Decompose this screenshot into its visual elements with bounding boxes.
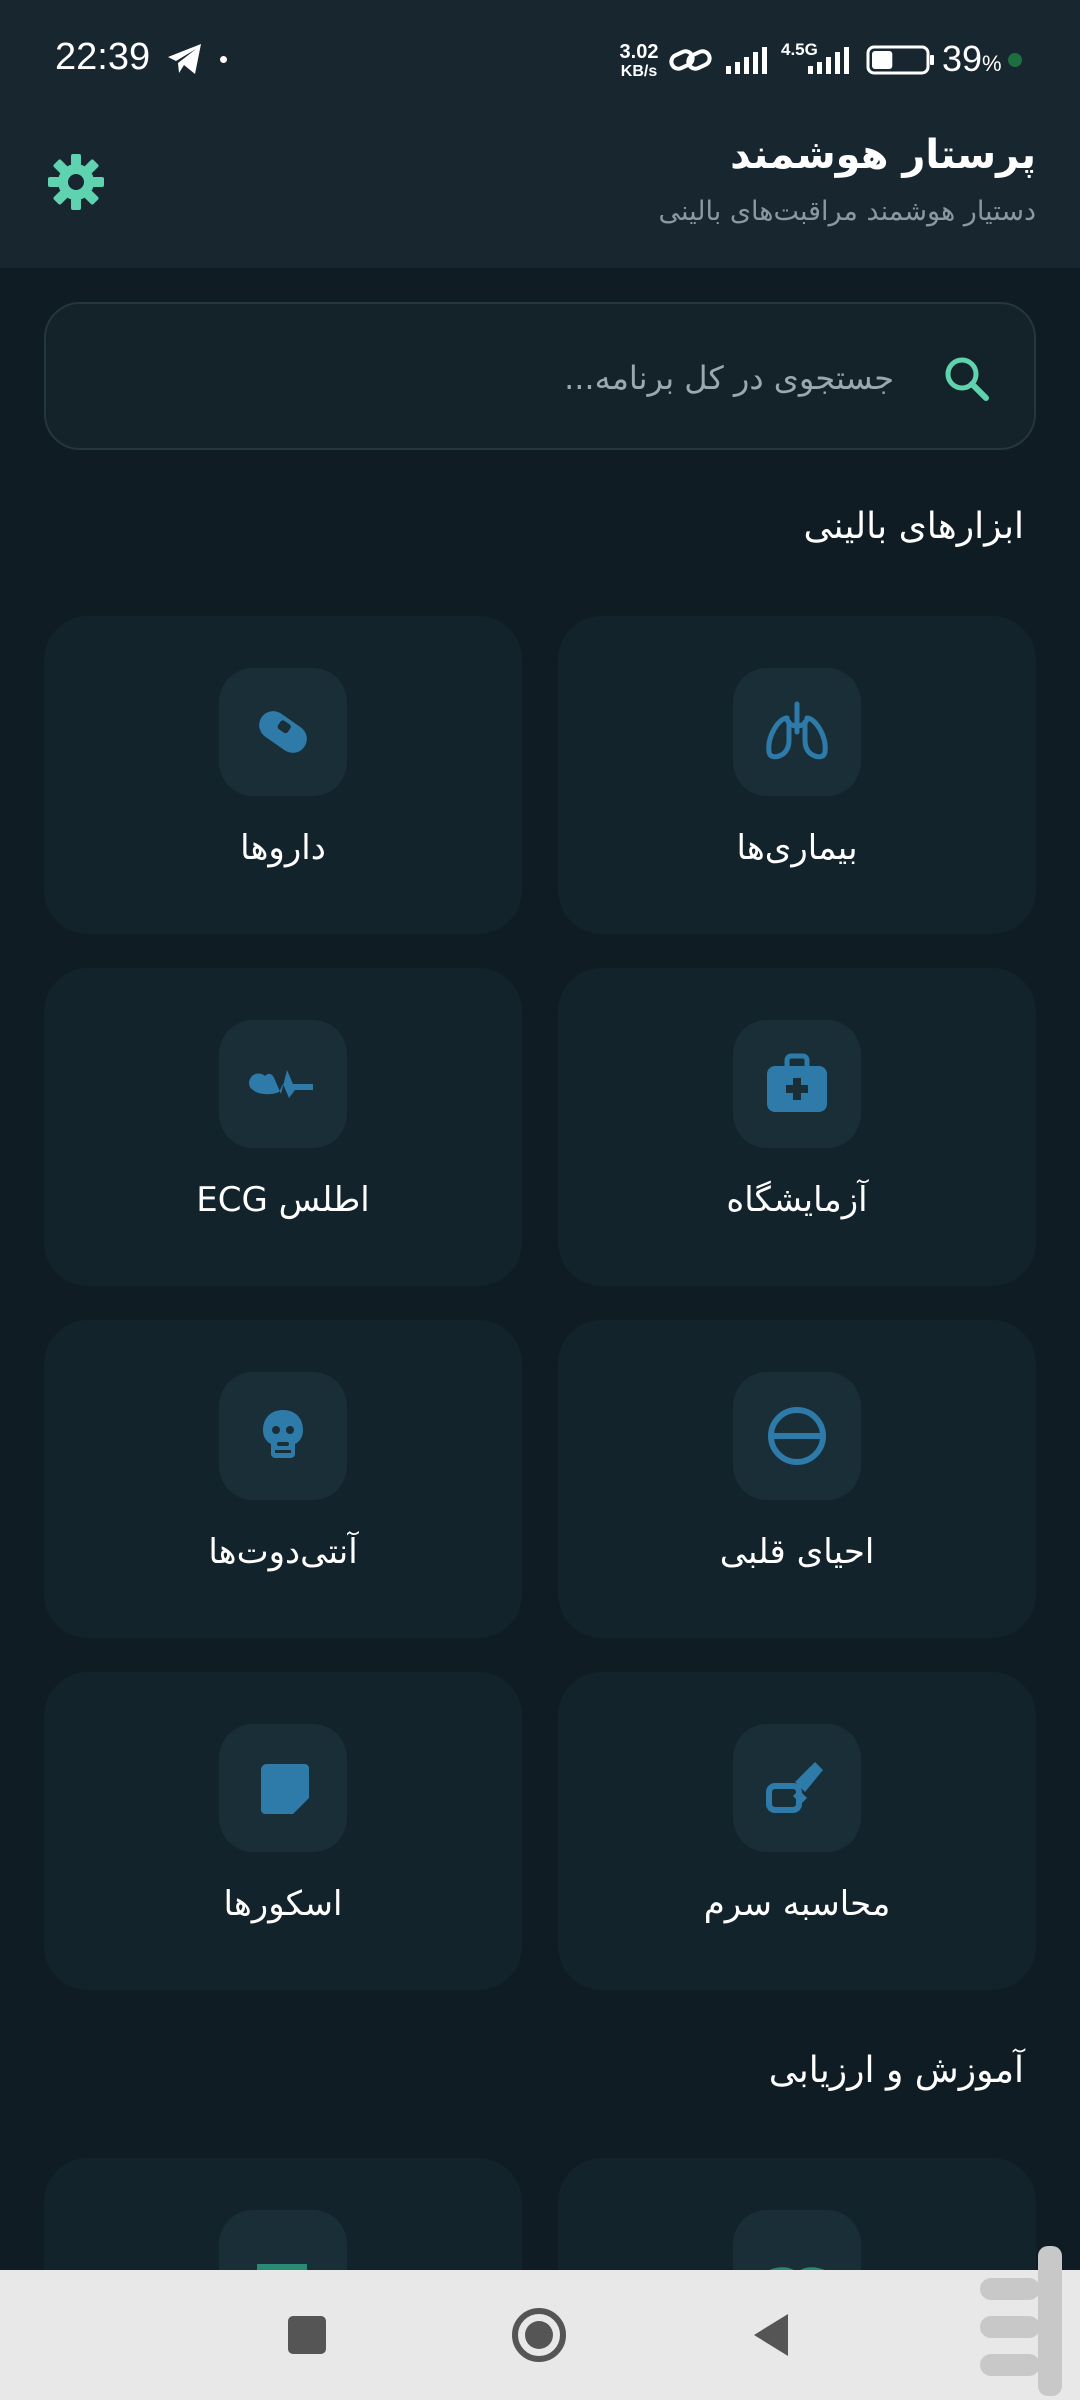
tool-card-diseases[interactable]: بیماری‌ها [558,616,1036,934]
tool-card-label: اطلس ECG [196,1180,370,1220]
tool-card-fluid-calculator[interactable]: محاسبه سرم [558,1672,1036,1990]
tool-card-cpr[interactable]: احیای قلبی [558,1320,1036,1638]
link-icon [669,49,712,71]
section-title-clinical-tools: ابزارهای بالینی [803,506,1024,547]
tool-card-antidotes[interactable]: آنتی‌دوت‌ها [44,1320,522,1638]
tool-card-ecg-atlas[interactable]: اطلس ECG [44,968,522,1286]
gear-icon[interactable] [46,152,106,212]
battery-percent: 39% [942,38,1002,79]
notification-dot [220,56,227,63]
back-button[interactable] [738,2300,808,2370]
home-button[interactable] [504,2300,574,2370]
search-bar[interactable] [44,302,1036,450]
status-time: 22:39 [55,36,151,78]
page-subtitle: دستیار هوشمند مراقبت‌های بالینی [658,196,1037,227]
tool-card-label: محاسبه سرم [703,1884,891,1924]
store-watermark-logo [980,2246,1062,2396]
signal-icon [808,47,849,74]
system-navigation-bar [0,2270,1080,2400]
network-speed: 3.02 KB/s [619,41,659,80]
medical-kit-icon [767,1053,827,1112]
tool-card-label: آنتی‌دوت‌ها [208,1532,358,1572]
icon-box [219,1372,347,1500]
ecg-icon [249,1070,313,1098]
icon-box [219,1020,347,1148]
privacy-indicator [1008,53,1022,67]
status-bar: 22:39 3.02 KB/s 4.5G 39% [0,0,1080,120]
tool-card-label: بیماری‌ها [736,828,858,868]
lungs-icon [766,701,828,760]
icon-box [219,668,347,796]
icon-box [733,1372,861,1500]
tool-card-laboratory[interactable]: آزمایشگاه [558,968,1036,1286]
signal-icon [726,47,767,74]
section-title-education: آموزش و ارزیابی [768,2050,1024,2091]
tool-card-label: اسکورها [223,1884,343,1924]
cpr-icon [768,1407,826,1465]
tool-card-label: آزمایشگاه [726,1180,868,1220]
icon-box [733,668,861,796]
syringe-icon [766,1762,823,1813]
pill-icon [259,711,307,753]
page-title: پرستار هوشمند [730,132,1036,178]
skull-icon [263,1410,303,1458]
icon-box [219,1724,347,1852]
battery-icon [866,45,934,75]
app-header: 22:39 3.02 KB/s 4.5G 39% پرستار هوشمند د… [0,0,1080,268]
tool-card-label: داروها [240,828,326,868]
note-icon [261,1764,309,1814]
recent-apps-button[interactable] [272,2300,342,2370]
icon-box [733,1724,861,1852]
tool-card-scores[interactable]: اسکورها [44,1672,522,1990]
tool-card-drugs[interactable]: داروها [44,616,522,934]
telegram-icon [168,44,201,74]
tool-card-label: احیای قلبی [719,1532,875,1572]
search-icon[interactable] [940,352,994,406]
icon-box [733,1020,861,1148]
search-input[interactable] [194,346,894,410]
